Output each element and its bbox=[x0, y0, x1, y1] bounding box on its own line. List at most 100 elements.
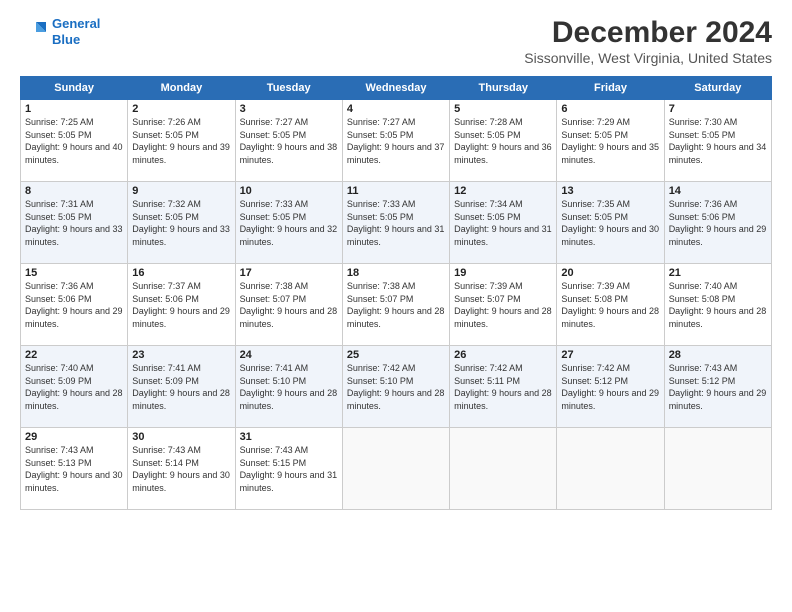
calendar-cell: 28 Sunrise: 7:43 AMSunset: 5:12 PMDaylig… bbox=[664, 346, 771, 428]
day-info: Sunrise: 7:42 AMSunset: 5:10 PMDaylight:… bbox=[347, 363, 445, 411]
calendar-week-row: 29 Sunrise: 7:43 AMSunset: 5:13 PMDaylig… bbox=[21, 428, 772, 510]
col-header-friday: Friday bbox=[557, 77, 664, 100]
day-info: Sunrise: 7:33 AMSunset: 5:05 PMDaylight:… bbox=[240, 199, 338, 247]
day-info: Sunrise: 7:28 AMSunset: 5:05 PMDaylight:… bbox=[454, 117, 552, 165]
day-info: Sunrise: 7:41 AMSunset: 5:09 PMDaylight:… bbox=[132, 363, 230, 411]
day-number: 4 bbox=[347, 103, 445, 115]
day-info: Sunrise: 7:36 AMSunset: 5:06 PMDaylight:… bbox=[669, 199, 767, 247]
day-info: Sunrise: 7:36 AMSunset: 5:06 PMDaylight:… bbox=[25, 281, 123, 329]
calendar-cell bbox=[664, 428, 771, 510]
day-number: 19 bbox=[454, 267, 552, 279]
day-info: Sunrise: 7:41 AMSunset: 5:10 PMDaylight:… bbox=[240, 363, 338, 411]
day-number: 12 bbox=[454, 185, 552, 197]
calendar-cell: 1 Sunrise: 7:25 AMSunset: 5:05 PMDayligh… bbox=[21, 100, 128, 182]
day-number: 23 bbox=[132, 349, 230, 361]
calendar-cell: 15 Sunrise: 7:36 AMSunset: 5:06 PMDaylig… bbox=[21, 264, 128, 346]
day-info: Sunrise: 7:30 AMSunset: 5:05 PMDaylight:… bbox=[669, 117, 767, 165]
logo-line2: Blue bbox=[52, 32, 80, 47]
calendar-cell: 2 Sunrise: 7:26 AMSunset: 5:05 PMDayligh… bbox=[128, 100, 235, 182]
calendar-cell: 17 Sunrise: 7:38 AMSunset: 5:07 PMDaylig… bbox=[235, 264, 342, 346]
calendar-cell: 30 Sunrise: 7:43 AMSunset: 5:14 PMDaylig… bbox=[128, 428, 235, 510]
calendar-cell: 13 Sunrise: 7:35 AMSunset: 5:05 PMDaylig… bbox=[557, 182, 664, 264]
calendar-week-row: 8 Sunrise: 7:31 AMSunset: 5:05 PMDayligh… bbox=[21, 182, 772, 264]
day-number: 17 bbox=[240, 267, 338, 279]
day-number: 3 bbox=[240, 103, 338, 115]
day-number: 20 bbox=[561, 267, 659, 279]
logo-text: General Blue bbox=[52, 16, 100, 47]
calendar-cell: 8 Sunrise: 7:31 AMSunset: 5:05 PMDayligh… bbox=[21, 182, 128, 264]
calendar-cell: 20 Sunrise: 7:39 AMSunset: 5:08 PMDaylig… bbox=[557, 264, 664, 346]
day-number: 15 bbox=[25, 267, 123, 279]
day-info: Sunrise: 7:43 AMSunset: 5:15 PMDaylight:… bbox=[240, 445, 338, 493]
day-info: Sunrise: 7:39 AMSunset: 5:08 PMDaylight:… bbox=[561, 281, 659, 329]
day-number: 10 bbox=[240, 185, 338, 197]
calendar-cell: 7 Sunrise: 7:30 AMSunset: 5:05 PMDayligh… bbox=[664, 100, 771, 182]
subtitle: Sissonville, West Virginia, United State… bbox=[524, 50, 772, 66]
calendar-cell: 5 Sunrise: 7:28 AMSunset: 5:05 PMDayligh… bbox=[450, 100, 557, 182]
day-info: Sunrise: 7:29 AMSunset: 5:05 PMDaylight:… bbox=[561, 117, 659, 165]
calendar-week-row: 15 Sunrise: 7:36 AMSunset: 5:06 PMDaylig… bbox=[21, 264, 772, 346]
day-info: Sunrise: 7:33 AMSunset: 5:05 PMDaylight:… bbox=[347, 199, 445, 247]
calendar-cell: 19 Sunrise: 7:39 AMSunset: 5:07 PMDaylig… bbox=[450, 264, 557, 346]
logo-line1: General bbox=[52, 16, 100, 31]
day-number: 28 bbox=[669, 349, 767, 361]
calendar-cell bbox=[342, 428, 449, 510]
day-number: 5 bbox=[454, 103, 552, 115]
calendar-week-row: 1 Sunrise: 7:25 AMSunset: 5:05 PMDayligh… bbox=[21, 100, 772, 182]
day-info: Sunrise: 7:42 AMSunset: 5:11 PMDaylight:… bbox=[454, 363, 552, 411]
day-info: Sunrise: 7:40 AMSunset: 5:09 PMDaylight:… bbox=[25, 363, 123, 411]
title-block: December 2024 Sissonville, West Virginia… bbox=[524, 16, 772, 66]
calendar-cell: 24 Sunrise: 7:41 AMSunset: 5:10 PMDaylig… bbox=[235, 346, 342, 428]
day-info: Sunrise: 7:25 AMSunset: 5:05 PMDaylight:… bbox=[25, 117, 123, 165]
header: General Blue December 2024 Sissonville, … bbox=[20, 16, 772, 66]
calendar-cell: 27 Sunrise: 7:42 AMSunset: 5:12 PMDaylig… bbox=[557, 346, 664, 428]
col-header-saturday: Saturday bbox=[664, 77, 771, 100]
day-info: Sunrise: 7:32 AMSunset: 5:05 PMDaylight:… bbox=[132, 199, 230, 247]
day-number: 29 bbox=[25, 431, 123, 443]
calendar-cell bbox=[557, 428, 664, 510]
calendar-cell: 3 Sunrise: 7:27 AMSunset: 5:05 PMDayligh… bbox=[235, 100, 342, 182]
calendar-cell: 29 Sunrise: 7:43 AMSunset: 5:13 PMDaylig… bbox=[21, 428, 128, 510]
col-header-wednesday: Wednesday bbox=[342, 77, 449, 100]
day-number: 8 bbox=[25, 185, 123, 197]
day-info: Sunrise: 7:37 AMSunset: 5:06 PMDaylight:… bbox=[132, 281, 230, 329]
col-header-sunday: Sunday bbox=[21, 77, 128, 100]
calendar-cell: 16 Sunrise: 7:37 AMSunset: 5:06 PMDaylig… bbox=[128, 264, 235, 346]
day-info: Sunrise: 7:27 AMSunset: 5:05 PMDaylight:… bbox=[240, 117, 338, 165]
calendar-cell: 22 Sunrise: 7:40 AMSunset: 5:09 PMDaylig… bbox=[21, 346, 128, 428]
day-number: 18 bbox=[347, 267, 445, 279]
day-info: Sunrise: 7:43 AMSunset: 5:13 PMDaylight:… bbox=[25, 445, 123, 493]
day-number: 11 bbox=[347, 185, 445, 197]
calendar-cell: 9 Sunrise: 7:32 AMSunset: 5:05 PMDayligh… bbox=[128, 182, 235, 264]
day-info: Sunrise: 7:34 AMSunset: 5:05 PMDaylight:… bbox=[454, 199, 552, 247]
day-info: Sunrise: 7:38 AMSunset: 5:07 PMDaylight:… bbox=[347, 281, 445, 329]
day-info: Sunrise: 7:31 AMSunset: 5:05 PMDaylight:… bbox=[25, 199, 123, 247]
logo: General Blue bbox=[20, 16, 100, 47]
calendar-cell: 18 Sunrise: 7:38 AMSunset: 5:07 PMDaylig… bbox=[342, 264, 449, 346]
calendar-table: SundayMondayTuesdayWednesdayThursdayFrid… bbox=[20, 76, 772, 510]
calendar-cell: 12 Sunrise: 7:34 AMSunset: 5:05 PMDaylig… bbox=[450, 182, 557, 264]
day-info: Sunrise: 7:38 AMSunset: 5:07 PMDaylight:… bbox=[240, 281, 338, 329]
calendar-cell: 23 Sunrise: 7:41 AMSunset: 5:09 PMDaylig… bbox=[128, 346, 235, 428]
calendar-cell: 11 Sunrise: 7:33 AMSunset: 5:05 PMDaylig… bbox=[342, 182, 449, 264]
day-number: 14 bbox=[669, 185, 767, 197]
calendar-cell: 14 Sunrise: 7:36 AMSunset: 5:06 PMDaylig… bbox=[664, 182, 771, 264]
day-number: 2 bbox=[132, 103, 230, 115]
page: General Blue December 2024 Sissonville, … bbox=[0, 0, 792, 612]
day-number: 16 bbox=[132, 267, 230, 279]
day-number: 31 bbox=[240, 431, 338, 443]
day-number: 7 bbox=[669, 103, 767, 115]
day-number: 30 bbox=[132, 431, 230, 443]
calendar-cell: 4 Sunrise: 7:27 AMSunset: 5:05 PMDayligh… bbox=[342, 100, 449, 182]
day-info: Sunrise: 7:42 AMSunset: 5:12 PMDaylight:… bbox=[561, 363, 659, 411]
calendar-cell: 6 Sunrise: 7:29 AMSunset: 5:05 PMDayligh… bbox=[557, 100, 664, 182]
day-number: 6 bbox=[561, 103, 659, 115]
day-number: 13 bbox=[561, 185, 659, 197]
calendar-cell: 10 Sunrise: 7:33 AMSunset: 5:05 PMDaylig… bbox=[235, 182, 342, 264]
calendar-cell: 21 Sunrise: 7:40 AMSunset: 5:08 PMDaylig… bbox=[664, 264, 771, 346]
main-title: December 2024 bbox=[524, 16, 772, 50]
day-info: Sunrise: 7:43 AMSunset: 5:14 PMDaylight:… bbox=[132, 445, 230, 493]
logo-icon bbox=[20, 18, 48, 46]
day-number: 25 bbox=[347, 349, 445, 361]
day-number: 27 bbox=[561, 349, 659, 361]
